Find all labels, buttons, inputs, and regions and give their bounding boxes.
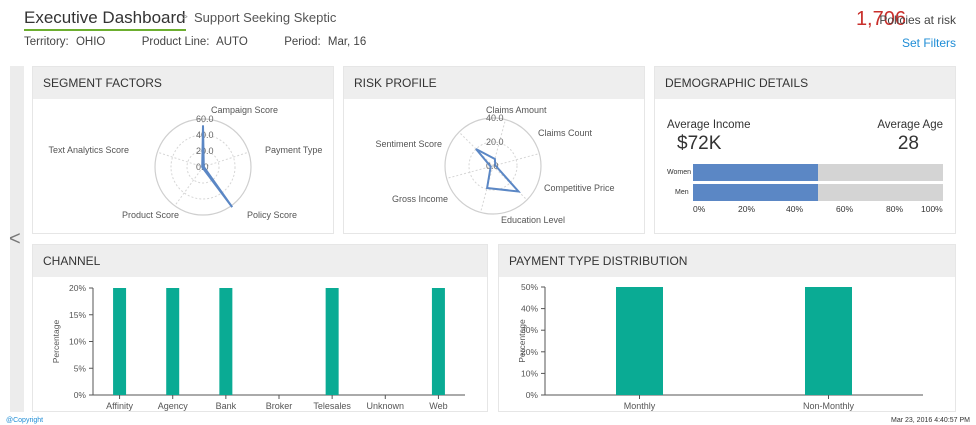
radar-axis-label-product-score: Product Score <box>122 210 179 220</box>
bar-agency <box>166 288 180 395</box>
segment-factors-panel: SEGMENT FACTORS 0.0 20.0 40.0 60.0 Campaign … <box>32 66 334 234</box>
radar-axis-label-education-level: Education Level <box>501 215 565 225</box>
y-tick-label: 0% <box>74 390 87 400</box>
bar-tick-60: 60% <box>836 204 854 214</box>
radar-axis-label-text-analytics-score: Text Analytics Score <box>48 145 129 155</box>
y-tick-label: 5% <box>74 363 87 373</box>
y-tick-label: 50% <box>521 282 538 292</box>
y-tick-label: 20% <box>69 283 86 293</box>
y-tick-label: 10% <box>69 337 86 347</box>
page-title: Executive Dashboard <box>24 8 186 31</box>
average-income-label: Average Income <box>667 119 751 131</box>
bar-non-monthly <box>805 287 852 395</box>
breadcrumb-separator: > <box>182 12 188 23</box>
territory-value: OHIO <box>75 36 106 48</box>
y-tick-label: 15% <box>69 310 86 320</box>
x-tick-label-broker: Broker <box>266 401 293 411</box>
bar-tick-100: 100% <box>921 204 943 214</box>
segment-factors-title: SEGMENT FACTORS <box>33 67 333 99</box>
men-bar-fill <box>693 184 818 201</box>
radar-tick-label: 20.0 <box>486 137 504 147</box>
period-label: Period: <box>284 36 321 48</box>
x-tick-label-agency: Agency <box>158 401 189 411</box>
risk-profile-title: RISK PROFILE <box>344 67 644 99</box>
segment-factors-radar: 0.020.040.060.0Campaign ScorePayment Typ… <box>48 105 322 220</box>
radar-axis-label-policy-score: Policy Score <box>247 210 297 220</box>
average-age-value: 28 <box>897 133 919 154</box>
channel-title: CHANNEL <box>33 245 487 277</box>
x-tick-label-web: Web <box>429 401 447 411</box>
radar-axis-label-claims-count: Claims Count <box>538 128 593 138</box>
bar-web <box>431 288 445 395</box>
policies-at-risk-label: Policies at risk <box>879 13 956 27</box>
x-tick-label-non-monthly: Non-Monthly <box>803 401 855 411</box>
radar-axis-label-competitive-price: Competitive Price <box>544 183 615 193</box>
men-label: Men <box>675 189 689 196</box>
bar-monthly <box>616 287 663 395</box>
x-tick-label-unknown: Unknown <box>367 401 405 411</box>
y-tick-label: 10% <box>521 368 538 378</box>
average-age-label: Average Age <box>877 119 943 131</box>
set-filters-link[interactable]: Set Filters <box>902 36 956 50</box>
risk-profile-radar: 0.020.040.0Claims AmountClaims CountComp… <box>375 105 615 225</box>
timestamp: Mar 23, 2016 4:40:57 PM <box>891 417 970 424</box>
radar-spoke <box>492 153 540 167</box>
channel-panel: CHANNEL 0% 5% 10% 15% 20% Percentage Affinity A… <box>32 244 488 412</box>
bar-telesales <box>325 288 339 395</box>
risk-profile-panel: RISK PROFILE 0.0 20.0 40.0 Claims Amount Cla… <box>343 66 645 234</box>
x-tick-label-monthly: Monthly <box>624 401 656 411</box>
radar-axis-label-campaign-score: Campaign Score <box>211 105 278 115</box>
radar-axis-label-payment-type: Payment Type <box>265 145 322 155</box>
bar-tick-20: 20% <box>738 204 756 214</box>
product-line-value: AUTO <box>216 36 248 48</box>
radar-tick-label: 60.0 <box>196 114 214 124</box>
y-tick-label: 40% <box>521 304 538 314</box>
channel-bar-chart: 0% 5% 10% 15% 20% Percentage Affinity Agency Ban… <box>51 283 465 411</box>
payment-type-bar-chart: 0%10%20%30%40%50%PercentageMonthly Non-Mo… <box>517 282 923 411</box>
women-bar-fill <box>693 164 818 181</box>
women-label: Women <box>667 169 691 176</box>
y-tick-label: 0% <box>526 390 539 400</box>
men-bar-track <box>693 184 943 201</box>
bar-affinity <box>113 288 127 395</box>
x-tick-label-telesales: Telesales <box>313 401 351 411</box>
copyright-link[interactable]: @Copyright <box>6 417 43 424</box>
payment-type-panel: PAYMENT TYPE DISTRIBUTION 0% 10% 20% 30% 40%… <box>498 244 956 412</box>
product-line-label: Product Line: <box>141 36 210 48</box>
average-income-value: $72K <box>677 133 722 154</box>
y-axis-label: Percentage <box>517 319 527 363</box>
demographic-details-title: DEMOGRAPHIC DETAILS <box>655 67 955 99</box>
demographic-details-panel: DEMOGRAPHIC DETAILS Average Income $72K … <box>654 66 956 234</box>
payment-type-title: PAYMENT TYPE DISTRIBUTION <box>499 245 955 277</box>
period-value: Mar, 16 <box>327 36 367 48</box>
radar-tick-label: 40.0 <box>196 130 214 140</box>
women-bar-track <box>693 164 943 181</box>
radar-axis-label-sentiment-score: Sentiment Score <box>375 139 442 149</box>
x-tick-label-affinity: Affinity <box>106 401 133 411</box>
territory-label: Territory: <box>24 36 69 48</box>
bar-tick-80: 80% <box>886 204 904 214</box>
radar-spoke <box>174 166 204 207</box>
radar-axis-label-claims-amount: Claims Amount <box>486 105 547 115</box>
x-tick-label-bank: Bank <box>216 401 237 411</box>
bar-tick-0: 0% <box>693 204 706 214</box>
bar-tick-40: 40% <box>786 204 804 214</box>
radar-tick-label: 20.0 <box>196 146 214 156</box>
radar-axis-label-gross-income: Gross Income <box>392 194 448 204</box>
page-subtitle: Support Seeking Skeptic <box>194 10 337 25</box>
bar-bank <box>219 288 233 395</box>
filter-summary: Territory: OHIO Product Line: AUTO Perio… <box>24 36 370 48</box>
previous-arrow-icon[interactable]: < <box>9 228 21 251</box>
y-axis-label: Percentage <box>51 319 61 363</box>
